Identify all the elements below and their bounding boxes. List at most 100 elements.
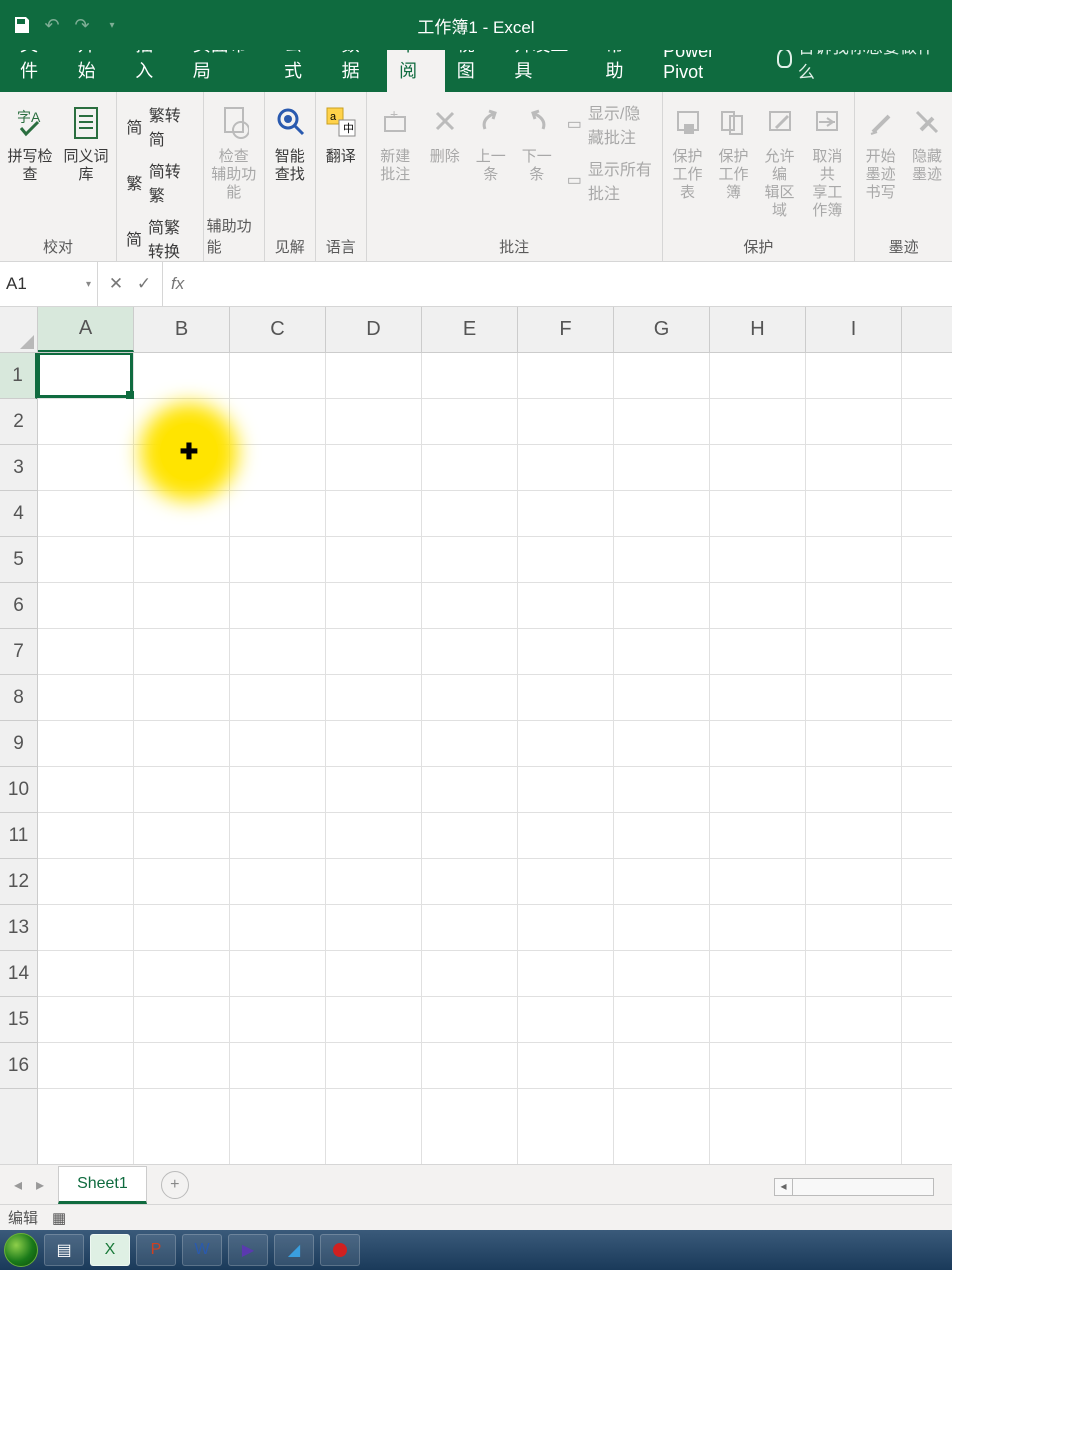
cell-cursor-icon: ✚ [180,439,198,465]
taskbar-word[interactable]: W [182,1234,222,1266]
chinese-convert-button[interactable]: 简简繁转换 [120,212,200,264]
status-mode: 编辑 [8,1207,38,1228]
col-header-B[interactable]: B [134,307,230,352]
row-header-5[interactable]: 5 [0,537,37,583]
row-header-7[interactable]: 7 [0,629,37,675]
row-header-2[interactable]: 2 [0,399,37,445]
row-header-15[interactable]: 15 [0,997,37,1043]
row-header-6[interactable]: 6 [0,583,37,629]
taskbar-record[interactable] [320,1234,360,1266]
col-header-I[interactable]: I [806,307,902,352]
sheet-nav-prev[interactable]: ◂ [14,1175,22,1195]
status-bar: 编辑 ▦ [0,1204,952,1230]
delete-comment-button: 删除 [423,96,467,170]
name-box[interactable]: A1 [0,262,98,306]
col-header-H[interactable]: H [710,307,806,352]
row-header-9[interactable]: 9 [0,721,37,767]
row-header-8[interactable]: 8 [0,675,37,721]
protect-sheet-icon [674,100,702,146]
sheet-tab-bar: ◂ ▸ Sheet1 + ◂ [0,1164,952,1204]
row-header-10[interactable]: 10 [0,767,37,813]
ribbon-tabs: 文件 开始 插入 页面布局 公式 数据 审阅 视图 开发工具 帮助 Power … [0,50,952,92]
macro-record-icon[interactable]: ▦ [52,1209,66,1227]
next-icon [523,100,551,146]
check-accessibility-button: 检查辅助功能 [207,96,261,206]
group-label: 见解 [275,234,305,259]
show-all-comments-button: ▭显示所有批注 [561,154,659,206]
simp-to-trad-button[interactable]: 繁简转繁 [120,156,200,208]
spell-check-button[interactable]: 字A 拼写检查 [3,96,57,188]
cell-grid[interactable]: ✚ [38,353,952,1164]
row-headers: 1 2 3 4 5 6 7 8 9 10 11 12 13 14 15 16 [0,353,38,1164]
select-all-corner[interactable] [0,307,38,352]
new-comment-button: +新建批注 [370,96,421,188]
group-label: 校对 [43,234,73,259]
row-header-3[interactable]: 3 [0,445,37,491]
group-label: 保护 [743,234,773,259]
formula-bar: A1 ✕ ✓ fx [0,262,952,307]
sheet-nav: ◂ ▸ [0,1175,58,1195]
taskbar-media[interactable]: ▶ [228,1234,268,1266]
qat-dropdown[interactable]: ▾ [98,9,126,41]
translate-icon: a中 [325,100,357,146]
row-header-16[interactable]: 16 [0,1043,37,1089]
smart-lookup-button[interactable]: 智能查找 [268,96,312,188]
selected-cell[interactable] [37,353,133,398]
formula-bar-buttons: ✕ ✓ [98,262,163,306]
row-header-1[interactable]: 1 [0,353,37,399]
col-header-C[interactable]: C [230,307,326,352]
allow-edit-ranges-button: 允许编辑区域 [758,96,802,224]
taskbar-explorer[interactable]: ▤ [44,1234,84,1266]
trad-simp-icon: 简 [126,117,143,135]
enter-formula-button[interactable]: ✓ [132,274,156,294]
group-protect: 保护工作表 保护工作簿 允许编辑区域 取消共享工作簿 保护 [663,92,856,261]
row-header-12[interactable]: 12 [0,859,37,905]
undo-button[interactable]: ↶ [38,9,66,41]
ink-icon [867,100,895,146]
quick-access-toolbar: ↶ ↷ ▾ [0,9,126,41]
taskbar-excel[interactable]: X [90,1234,130,1266]
taskbar-app[interactable]: ◢ [274,1234,314,1266]
ribbon: 字A 拼写检查 同义词库 校对 简繁转简 繁简转繁 简简繁转换 中文简繁转换 检… [0,92,952,262]
col-header-E[interactable]: E [422,307,518,352]
formula-input[interactable] [192,262,952,306]
col-header-F[interactable]: F [518,307,614,352]
row-header-13[interactable]: 13 [0,905,37,951]
prev-comment-button: 上一条 [469,96,513,188]
cancel-formula-button[interactable]: ✕ [104,274,128,294]
protect-workbook-button: 保护工作簿 [712,96,756,206]
redo-button[interactable]: ↷ [68,9,96,41]
svg-text:+: + [390,109,398,122]
start-ink-button: 开始墨迹书写 [858,96,903,206]
group-language: a中 翻译 语言 [316,92,367,261]
start-button[interactable] [4,1233,38,1267]
sheet-nav-next[interactable]: ▸ [36,1175,44,1195]
group-label: 辅助功能 [207,213,261,259]
trad-to-simp-button[interactable]: 简繁转简 [120,100,200,152]
unshare-icon [813,100,841,146]
show-hide-comment-button: ▭显示/隐藏批注 [561,98,659,150]
col-header-D[interactable]: D [326,307,422,352]
translate-button[interactable]: a中 翻译 [319,96,363,170]
comments-all-icon: ▭ [567,171,582,189]
new-comment-icon: + [381,100,409,146]
horizontal-scrollbar[interactable]: ◂ [774,1178,934,1196]
cursor-highlight: ✚ [160,423,218,481]
col-header-A[interactable]: A [38,307,134,352]
group-ink: 开始墨迹书写 隐藏墨迹 墨迹 [855,92,952,261]
convert-icon: 简 [126,229,142,247]
taskbar-powerpoint[interactable]: P [136,1234,176,1266]
svg-text:a: a [330,111,337,123]
thesaurus-button[interactable]: 同义词库 [59,96,113,188]
row-header-4[interactable]: 4 [0,491,37,537]
fill-handle[interactable] [126,391,134,399]
add-sheet-button[interactable]: + [161,1171,189,1199]
svg-text:中: 中 [343,122,354,135]
sheet-tab-1[interactable]: Sheet1 [58,1166,147,1204]
save-button[interactable] [8,9,36,41]
fx-icon[interactable]: fx [163,262,192,306]
row-header-14[interactable]: 14 [0,951,37,997]
prev-icon [477,100,505,146]
col-header-G[interactable]: G [614,307,710,352]
row-header-11[interactable]: 11 [0,813,37,859]
